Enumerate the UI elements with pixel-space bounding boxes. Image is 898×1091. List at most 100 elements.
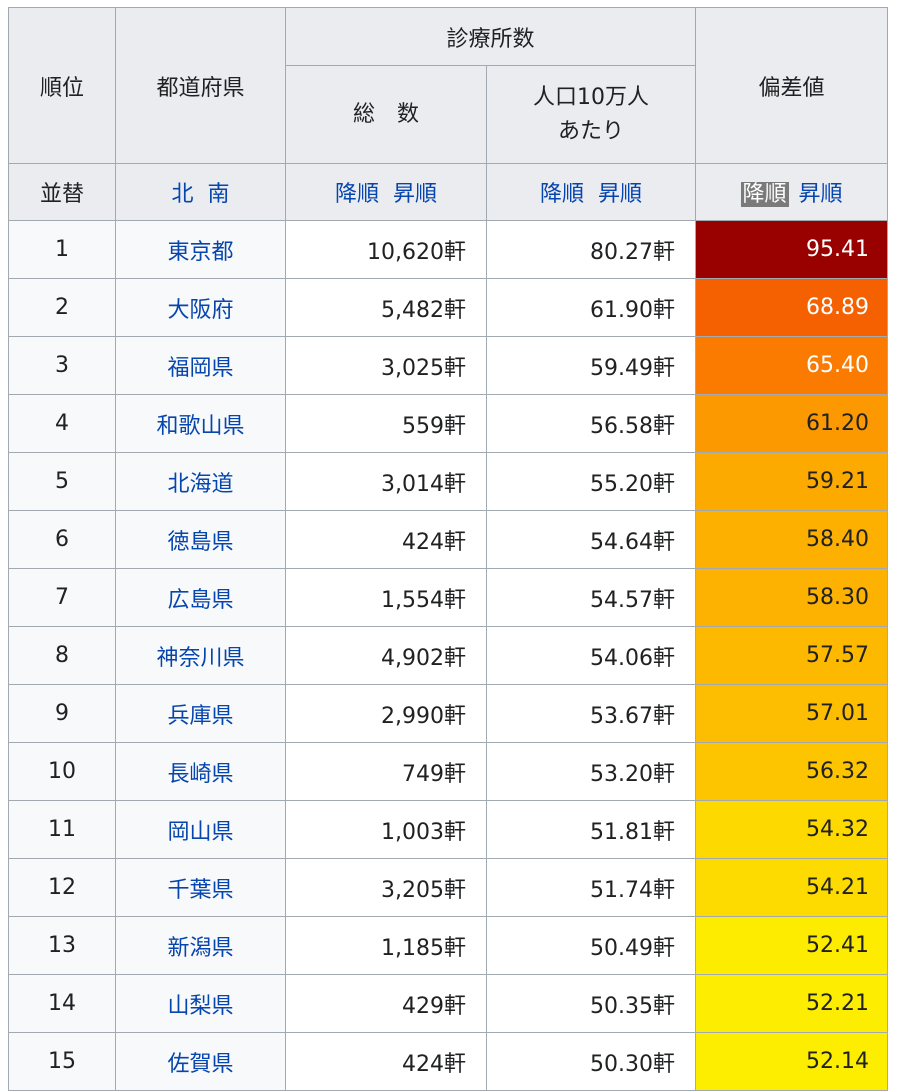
per-100k-header: 人口10万人 あたり — [485, 65, 697, 164]
prefecture-link[interactable]: 和歌山県 — [115, 394, 286, 453]
per-100k-line2: あたり — [558, 118, 625, 144]
deviation-cell: 61.20 — [695, 394, 889, 453]
table-row: 2 大阪府 5,482軒 61.90軒 68.89 — [8, 278, 889, 337]
per-100k-cell: 50.30軒 — [485, 1032, 697, 1091]
rank-cell: 12 — [8, 858, 116, 917]
prefecture-link[interactable]: 岡山県 — [115, 800, 286, 859]
total-clinics-cell: 749軒 — [285, 742, 487, 801]
rank-cell: 8 — [8, 626, 116, 685]
per-100k-cell: 59.49軒 — [485, 336, 697, 395]
prefecture-link[interactable]: 佐賀県 — [115, 1032, 286, 1091]
per-sort-desc-link[interactable]: 降順 — [540, 182, 584, 207]
sort-south-link[interactable]: 南 — [208, 182, 230, 207]
deviation-cell: 57.01 — [695, 684, 889, 743]
prefecture-link[interactable]: 広島県 — [115, 568, 286, 627]
total-clinics-cell: 559軒 — [285, 394, 487, 453]
deviation-cell: 65.40 — [695, 336, 889, 395]
clinics-header: 診療所数 — [284, 7, 697, 66]
dev-sort-cell: 降順 昇順 — [695, 163, 889, 221]
pref-sort-cell: 北南 — [115, 163, 286, 221]
per-sort-cell: 降順 昇順 — [485, 163, 697, 221]
prefecture-link[interactable]: 北海道 — [115, 452, 286, 511]
total-clinics-cell: 2,990軒 — [285, 684, 487, 743]
prefecture-link[interactable]: 新潟県 — [115, 916, 286, 975]
dev-sort-desc-active[interactable]: 降順 — [740, 182, 789, 207]
per-sort-asc-link[interactable]: 昇順 — [598, 182, 642, 207]
rank-cell: 3 — [8, 336, 116, 395]
prefecture-link[interactable]: 神奈川県 — [115, 626, 286, 685]
prefecture-link[interactable]: 兵庫県 — [115, 684, 286, 743]
rank-cell: 13 — [8, 916, 116, 975]
total-clinics-cell: 4,902軒 — [285, 626, 487, 685]
total-clinics-cell: 1,003軒 — [285, 800, 487, 859]
deviation-cell: 58.30 — [695, 568, 889, 627]
per-100k-cell: 55.20軒 — [485, 452, 697, 511]
table-row: 14 山梨県 429軒 50.35軒 52.21 — [8, 974, 889, 1033]
rank-cell: 4 — [8, 394, 116, 453]
total-clinics-cell: 5,482軒 — [285, 278, 487, 337]
per-100k-line1: 人口10万人 — [533, 84, 649, 110]
prefecture-link[interactable]: 東京都 — [115, 220, 286, 279]
rank-cell: 6 — [8, 510, 116, 569]
rank-cell: 15 — [8, 1032, 116, 1091]
prefecture-link[interactable]: 大阪府 — [115, 278, 286, 337]
total-clinics-cell: 3,014軒 — [285, 452, 487, 511]
per-100k-cell: 53.20軒 — [485, 742, 697, 801]
total-clinics-cell: 424軒 — [285, 1032, 487, 1091]
total-sort-desc-link[interactable]: 降順 — [335, 182, 379, 207]
per-100k-cell: 56.58軒 — [485, 394, 697, 453]
per-100k-cell: 50.35軒 — [485, 974, 697, 1033]
table-row: 1 東京都 10,620軒 80.27軒 95.41 — [8, 220, 889, 279]
rank-cell: 1 — [8, 220, 116, 279]
deviation-header: 偏差値 — [695, 7, 889, 164]
rank-cell: 11 — [8, 800, 116, 859]
table-row: 9 兵庫県 2,990軒 53.67軒 57.01 — [8, 684, 889, 743]
per-100k-cell: 53.67軒 — [485, 684, 697, 743]
dev-sort-asc-link[interactable]: 昇順 — [799, 182, 843, 207]
deviation-cell: 52.21 — [695, 974, 889, 1033]
prefecture-link[interactable]: 福岡県 — [115, 336, 286, 395]
table-row: 5 北海道 3,014軒 55.20軒 59.21 — [8, 452, 889, 511]
table-row: 13 新潟県 1,185軒 50.49軒 52.41 — [8, 916, 889, 975]
rank-cell: 9 — [8, 684, 116, 743]
table-row: 15 佐賀県 424軒 50.30軒 52.14 — [8, 1032, 889, 1091]
per-100k-cell: 80.27軒 — [485, 220, 697, 279]
deviation-cell: 54.21 — [695, 858, 889, 917]
deviation-cell: 52.41 — [695, 916, 889, 975]
total-sort-cell: 降順 昇順 — [285, 163, 487, 221]
prefecture-link[interactable]: 山梨県 — [115, 974, 286, 1033]
total-clinics-cell: 1,185軒 — [285, 916, 487, 975]
deviation-cell: 52.14 — [695, 1032, 889, 1091]
deviation-cell: 58.40 — [695, 510, 889, 569]
rank-cell: 7 — [8, 568, 116, 627]
total-clinics-cell: 424軒 — [285, 510, 487, 569]
ranking-table: 順位 都道府県 診療所数 偏差値 総 数 人口10万人 あたり 並替 北南 降順… — [8, 7, 889, 1091]
per-100k-cell: 51.81軒 — [485, 800, 697, 859]
per-100k-cell: 50.49軒 — [485, 916, 697, 975]
total-clinics-cell: 3,025軒 — [285, 336, 487, 395]
per-100k-cell: 54.57軒 — [485, 568, 697, 627]
deviation-cell: 54.32 — [695, 800, 889, 859]
table-row: 11 岡山県 1,003軒 51.81軒 54.32 — [8, 800, 889, 859]
rank-cell: 10 — [8, 742, 116, 801]
deviation-cell: 68.89 — [695, 278, 889, 337]
deviation-cell: 59.21 — [695, 452, 889, 511]
table-row: 4 和歌山県 559軒 56.58軒 61.20 — [8, 394, 889, 453]
table-row: 3 福岡県 3,025軒 59.49軒 65.40 — [8, 336, 889, 395]
prefecture-link[interactable]: 千葉県 — [115, 858, 286, 917]
rank-header: 順位 — [8, 7, 116, 164]
per-100k-cell: 54.64軒 — [485, 510, 697, 569]
prefecture-link[interactable]: 徳島県 — [115, 510, 286, 569]
deviation-cell: 95.41 — [695, 220, 889, 279]
rank-cell: 2 — [8, 278, 116, 337]
total-header: 総 数 — [285, 65, 487, 164]
total-clinics-cell: 3,205軒 — [285, 858, 487, 917]
prefecture-link[interactable]: 長崎県 — [115, 742, 286, 801]
total-sort-asc-link[interactable]: 昇順 — [393, 182, 437, 207]
table-row: 10 長崎県 749軒 53.20軒 56.32 — [8, 742, 889, 801]
deviation-cell: 56.32 — [695, 742, 889, 801]
rank-cell: 5 — [8, 452, 116, 511]
deviation-cell: 57.57 — [695, 626, 889, 685]
sort-north-link[interactable]: 北 — [171, 182, 193, 207]
rank-cell: 14 — [8, 974, 116, 1033]
